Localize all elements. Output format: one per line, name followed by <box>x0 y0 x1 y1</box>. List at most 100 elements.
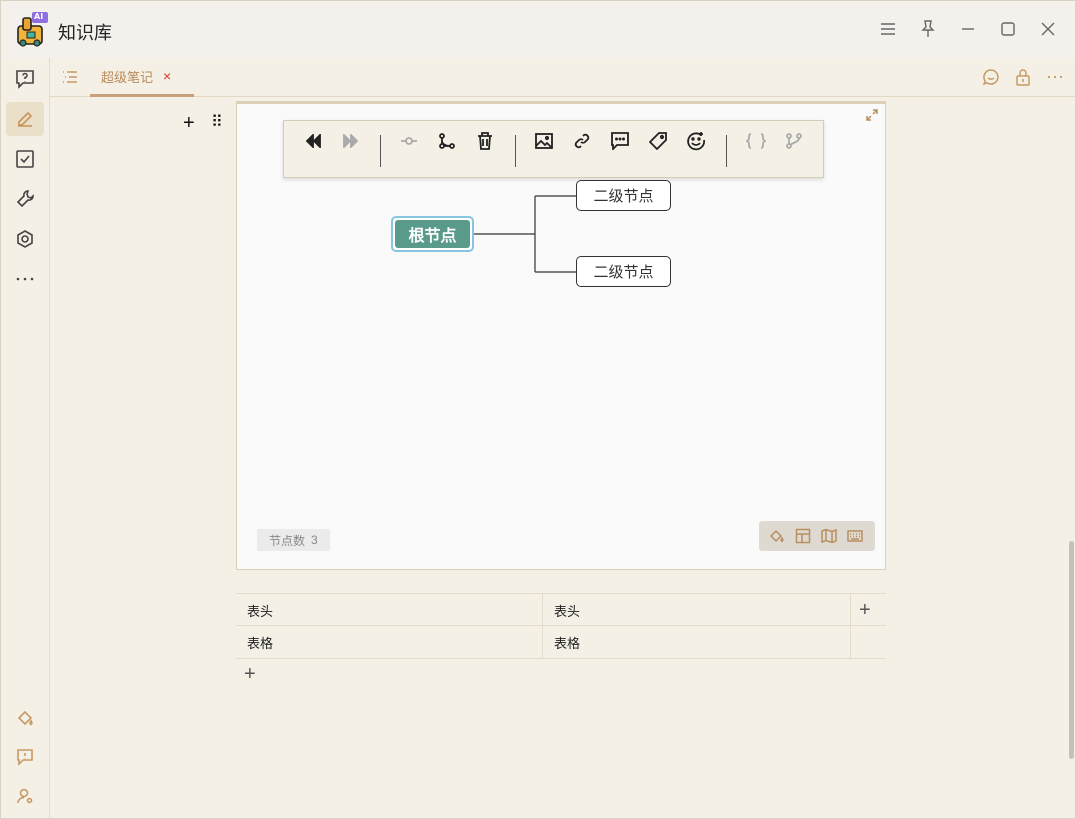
redo-button[interactable] <box>339 129 363 153</box>
forward-icon <box>343 134 359 148</box>
sidebar-user-button[interactable] <box>6 779 44 813</box>
sidebar <box>1 58 50 818</box>
back-icon <box>305 134 321 148</box>
app-window: AI 知识库 超级笔记 × + ⠿ 根节点 二级节点 二级节点 节点数 3 表头… <box>0 0 1076 819</box>
layout-icon <box>795 528 811 544</box>
maximize-icon <box>1001 22 1015 36</box>
sidebar-item-settings[interactable] <box>6 222 44 256</box>
root-node-label: 根节点 <box>395 220 470 248</box>
lock-icon <box>1016 69 1030 86</box>
add-child-button[interactable] <box>435 129 459 153</box>
formula-icon <box>746 133 766 149</box>
add-sibling-button[interactable] <box>397 129 421 153</box>
tab-super-note[interactable]: 超级笔记 × <box>90 58 194 97</box>
comment-icon <box>611 132 629 150</box>
menu-icon <box>881 23 895 35</box>
delete-node-button[interactable] <box>473 129 497 153</box>
feedback-icon <box>17 749 33 766</box>
link-icon <box>574 133 590 149</box>
menu-button[interactable] <box>877 18 899 40</box>
add-row-button[interactable]: + <box>244 664 256 684</box>
table-header-row: 表头 表头 + <box>236 593 886 627</box>
sidebar-item-qa[interactable] <box>6 62 44 96</box>
mindmap-footer-tools <box>759 521 875 551</box>
shortcuts-button[interactable] <box>847 528 863 544</box>
mindmap-child-node[interactable]: 二级节点 <box>576 256 671 287</box>
node-count-badge: 节点数 3 <box>257 529 330 551</box>
table-cell[interactable]: 表格 <box>543 626 851 659</box>
sidebar-item-more[interactable] <box>6 262 44 296</box>
chat-button[interactable] <box>981 67 1001 87</box>
tab-more-button[interactable] <box>1045 67 1065 87</box>
question-icon <box>16 70 34 89</box>
paint-bucket-icon <box>17 710 33 726</box>
minimize-button[interactable] <box>957 18 979 40</box>
node-count-value: 3 <box>311 533 318 547</box>
table-row: 表格 表格 <box>236 626 886 659</box>
app-title: 知识库 <box>58 23 112 43</box>
minimize-icon <box>962 28 974 30</box>
wrench-icon <box>16 190 34 208</box>
more-icon <box>1047 75 1063 79</box>
insert-tag-button[interactable] <box>646 129 670 153</box>
list-indent-icon <box>63 71 77 83</box>
insert-link-button[interactable] <box>570 129 594 153</box>
keyboard-icon <box>847 530 863 542</box>
close-window-button[interactable] <box>1037 18 1059 40</box>
image-icon <box>535 133 553 149</box>
drag-handle-icon[interactable]: ⠿ <box>211 115 223 131</box>
sidebar-item-tools[interactable] <box>6 182 44 216</box>
insert-formula-button[interactable] <box>744 129 768 153</box>
add-block-button[interactable]: + <box>183 113 195 133</box>
expand-button[interactable] <box>865 108 879 122</box>
expand-icon <box>866 109 878 121</box>
maximize-button[interactable] <box>997 18 1019 40</box>
table-header-cell[interactable]: 表头 <box>543 594 851 627</box>
more-icon <box>16 277 34 281</box>
layout-button[interactable] <box>795 528 811 544</box>
sidebar-item-tasks[interactable] <box>6 142 44 176</box>
title-bar: AI 知识库 <box>1 1 1075 58</box>
ai-badge: AI <box>34 12 44 21</box>
pin-button[interactable] <box>917 18 939 40</box>
branch-icon <box>439 133 455 149</box>
mindmap-child-node[interactable]: 二级节点 <box>576 180 671 211</box>
chat-icon <box>982 69 999 86</box>
table-header-cell[interactable]: 表头 <box>236 594 543 627</box>
fork-icon <box>786 133 802 149</box>
connector-icon <box>401 137 417 145</box>
node-count-label: 节点数 <box>269 533 306 548</box>
outline-toggle-button[interactable] <box>60 67 80 87</box>
sidebar-feedback-button[interactable] <box>6 740 44 774</box>
sidebar-item-notes[interactable] <box>6 102 44 136</box>
tag-icon <box>649 132 667 150</box>
insert-image-button[interactable] <box>532 129 556 153</box>
lock-button[interactable] <box>1013 67 1033 87</box>
outline-map-button[interactable] <box>821 528 837 544</box>
toolbar-separator <box>515 135 516 167</box>
user-settings-icon <box>17 788 33 804</box>
edit-icon <box>18 111 33 127</box>
emoji-icon <box>687 132 705 151</box>
pin-icon <box>921 20 935 37</box>
insert-summary-button[interactable] <box>782 129 806 153</box>
tab-close-icon[interactable]: × <box>163 69 171 83</box>
mindmap-root-node[interactable]: 根节点 <box>391 216 474 252</box>
data-table: 表头 表头 + 表格 表格 + <box>236 593 886 684</box>
insert-emoji-button[interactable] <box>684 129 708 153</box>
insert-comment-button[interactable] <box>608 129 632 153</box>
undo-button[interactable] <box>301 129 325 153</box>
checkbox-icon <box>16 150 34 168</box>
scrollbar[interactable] <box>1069 541 1074 759</box>
paint-icon <box>769 529 784 543</box>
sidebar-theme-button[interactable] <box>6 701 44 735</box>
tab-label: 超级笔记 <box>101 69 154 85</box>
app-logo: AI <box>15 12 49 48</box>
map-icon <box>821 528 837 544</box>
theme-button[interactable] <box>769 528 785 544</box>
delete-icon <box>478 132 492 150</box>
add-column-button[interactable]: + <box>859 600 871 620</box>
toolbar-separator <box>726 135 727 167</box>
table-cell[interactable]: 表格 <box>236 626 543 659</box>
editor-area: + ⠿ 根节点 二级节点 二级节点 节点数 3 表头 表头 + 表格 表格 + <box>50 97 1075 818</box>
